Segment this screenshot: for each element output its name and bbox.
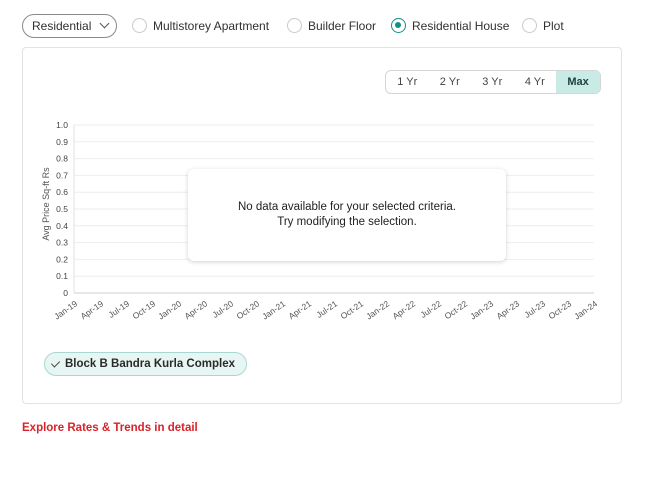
x-tick-label: Apr-20	[183, 298, 210, 321]
x-tick-label: Jan-20	[156, 298, 183, 321]
radio-selected-icon	[391, 18, 406, 33]
y-tick-label: 0.1	[56, 271, 68, 281]
x-tick-label: Oct-20	[235, 298, 262, 321]
x-tick-label: Jul-21	[314, 298, 339, 320]
x-tick-label: Jan-19	[52, 298, 79, 321]
radio-label: Plot	[543, 19, 564, 33]
x-tick-label: Jul-23	[522, 298, 547, 320]
chevron-down-icon	[99, 18, 110, 29]
y-tick-label: 0.4	[56, 221, 68, 231]
radio-circle-icon	[522, 18, 537, 33]
y-tick-label: 0.7	[56, 170, 68, 180]
y-tick-label: 0.9	[56, 137, 68, 147]
y-tick-label: 1.0	[56, 120, 68, 130]
x-tick-label: Apr-22	[391, 298, 418, 321]
y-axis-title: Avg Price Sq-ft Rs	[41, 167, 51, 241]
x-tick-label: Apr-23	[495, 298, 522, 321]
explore-rates-link[interactable]: Explore Rates & Trends in detail	[22, 422, 198, 434]
locality-chip[interactable]: Block B Bandra Kurla Complex	[44, 352, 247, 376]
x-tick-label: Jul-19	[106, 298, 131, 320]
radio-label: Residential House	[412, 19, 510, 33]
x-tick-label: Oct-19	[131, 298, 158, 321]
no-data-line-2: Try modifying the selection.	[277, 216, 417, 228]
x-tick-label: Jan-21	[260, 298, 287, 321]
no-data-line-1: No data available for your selected crit…	[238, 201, 456, 213]
y-tick-label: 0	[63, 288, 68, 298]
y-tick-label: 0.3	[56, 238, 68, 248]
y-tick-label: 0.6	[56, 187, 68, 197]
x-tick-label: Apr-21	[287, 298, 314, 321]
x-tick-label: Jan-24	[572, 298, 599, 321]
x-tick-label: Oct-23	[547, 298, 574, 321]
x-tick-label: Oct-22	[443, 298, 470, 321]
y-tick-label: 0.8	[56, 154, 68, 164]
y-tick-label: 0.2	[56, 254, 68, 264]
radio-circle-icon	[132, 18, 147, 33]
radio-label: Multistorey Apartment	[153, 19, 270, 33]
radio-label: Builder Floor	[308, 19, 377, 33]
locality-chip-label: Block B Bandra Kurla Complex	[65, 358, 235, 370]
x-tick-label: Jul-22	[418, 298, 443, 320]
x-tick-label: Oct-21	[339, 298, 366, 321]
x-tick-label: Jul-20	[210, 298, 235, 320]
x-tick-label: Apr-19	[79, 298, 106, 321]
check-icon	[50, 357, 61, 368]
y-tick-label: 0.5	[56, 204, 68, 214]
x-tick-label: Jan-22	[364, 298, 391, 321]
price-trend-card: 1 Yr 2 Yr 3 Yr 4 Yr Max 1.0 0.9 0.8 0.7 0.6 0…	[22, 47, 622, 404]
radio-circle-icon	[287, 18, 302, 33]
property-type-value: Residential	[32, 19, 92, 33]
property-type-select[interactable]: Residential	[22, 14, 117, 38]
property-filter-row: Residential Multistorey Apartment Builde…	[22, 14, 642, 38]
no-data-message: No data available for your selected crit…	[188, 169, 506, 261]
x-tick-label: Jan-23	[468, 298, 495, 321]
